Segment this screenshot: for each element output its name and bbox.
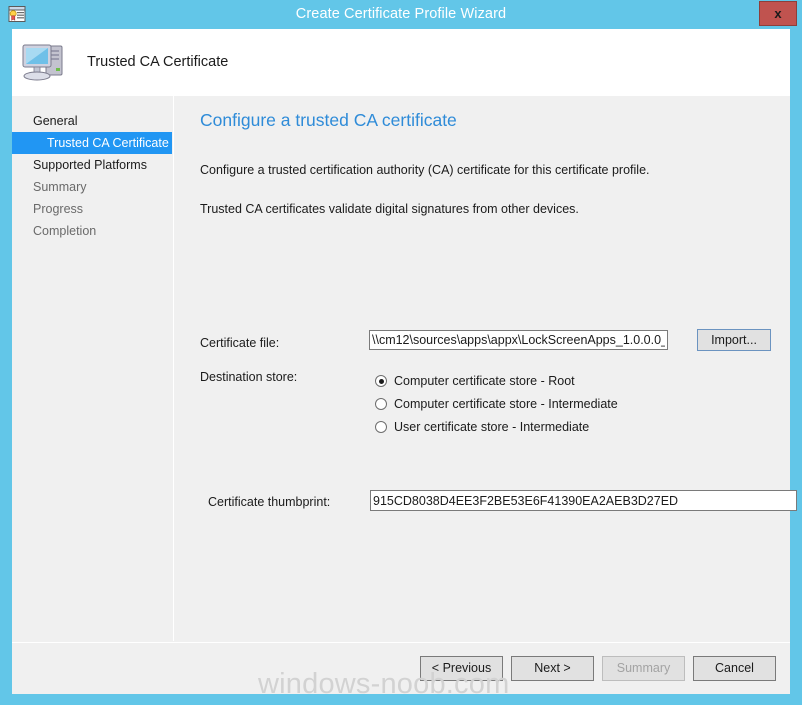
window-title: Create Certificate Profile Wizard (295, 6, 507, 22)
wizard-body: General Trusted CA Certificate Supported… (12, 96, 797, 694)
sidebar-item-summary[interactable]: Summary (12, 176, 172, 198)
certificate-thumbprint-label: Certificate thumbprint: (208, 495, 331, 509)
sidebar-item-supported-platforms[interactable]: Supported Platforms (12, 154, 172, 176)
certificate-thumbprint-input[interactable] (370, 490, 797, 511)
radio-label: Computer certificate store - Root (394, 374, 575, 388)
radio-label: Computer certificate store - Intermediat… (394, 397, 618, 411)
close-icon[interactable]: x (759, 1, 797, 26)
radio-indicator (375, 421, 387, 433)
certificate-file-label: Certificate file: (200, 336, 280, 350)
next-button[interactable]: Next > (511, 656, 594, 681)
radio-label: User certificate store - Intermediate (394, 420, 590, 434)
description-paragraph-2: Trusted CA certificates validate digital… (200, 202, 579, 216)
summary-button: Summary (602, 656, 685, 681)
certificate-file-input[interactable] (369, 330, 668, 350)
page-title: Configure a trusted CA certificate (200, 110, 457, 130)
computer-icon (20, 37, 74, 87)
content-pane: Configure a trusted CA certificate Confi… (173, 96, 797, 641)
sidebar-item-trusted-ca-certificate[interactable]: Trusted CA Certificate (12, 132, 172, 154)
description-paragraph-1: Configure a trusted certification author… (200, 163, 650, 177)
radio-indicator (375, 375, 387, 387)
wizard-window: Create Certificate Profile Wizard x Trus… (0, 0, 802, 705)
wizard-header: Trusted CA Certificate (12, 29, 790, 96)
header-title: Trusted CA Certificate (87, 54, 229, 70)
wizard-sidebar: General Trusted CA Certificate Supported… (12, 96, 172, 641)
destination-store-label: Destination store: (200, 370, 298, 384)
wizard-footer: < Previous Next > Summary Cancel (12, 642, 790, 694)
title-bar: Create Certificate Profile Wizard x (0, 0, 802, 29)
sidebar-item-general[interactable]: General (12, 110, 172, 132)
sidebar-item-progress[interactable]: Progress (12, 198, 172, 220)
sidebar-item-completion[interactable]: Completion (12, 220, 172, 242)
cancel-button[interactable]: Cancel (693, 656, 776, 681)
radio-indicator (375, 398, 387, 410)
import-button[interactable]: Import... (697, 329, 771, 351)
previous-button[interactable]: < Previous (420, 656, 503, 681)
